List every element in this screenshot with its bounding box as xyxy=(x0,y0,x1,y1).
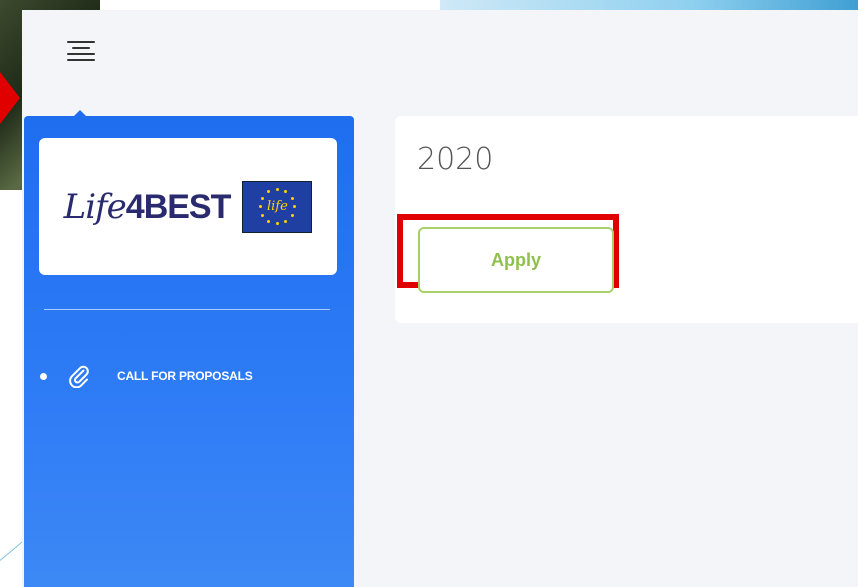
sidebar-notch xyxy=(74,110,86,116)
eu-star xyxy=(290,213,294,217)
eu-star xyxy=(292,205,296,208)
eu-stars xyxy=(243,182,311,232)
eu-star xyxy=(267,190,271,194)
eu-star xyxy=(284,190,288,194)
menu-line xyxy=(72,47,90,49)
apply-button[interactable]: Apply xyxy=(418,227,614,293)
sidebar: Life4BEST life CALL FOR PROPOSALS xyxy=(24,110,354,587)
eu-flag-icon: life xyxy=(242,180,313,233)
eu-star xyxy=(261,196,265,200)
sidebar-item-label: CALL FOR PROPOSALS xyxy=(117,369,253,383)
menu-toggle-button[interactable] xyxy=(66,36,96,66)
logo-text: Life4BEST xyxy=(63,186,232,227)
eu-star xyxy=(275,222,279,225)
eu-star xyxy=(290,196,294,200)
menu-line xyxy=(67,53,95,55)
eu-star xyxy=(284,219,288,223)
active-dot-icon xyxy=(40,372,47,380)
paperclip-icon xyxy=(69,365,89,388)
eu-star xyxy=(275,188,279,191)
sidebar-item-call-for-proposals[interactable]: CALL FOR PROPOSALS xyxy=(40,364,253,388)
sidebar-divider xyxy=(44,309,330,310)
logo: Life4BEST life xyxy=(63,180,313,233)
year-title: 2020 xyxy=(417,142,494,177)
logo-card[interactable]: Life4BEST life xyxy=(39,138,337,275)
logo-text-script: Life xyxy=(63,186,127,227)
red-arrow-icon xyxy=(0,72,20,124)
screenshot-stage: Life4BEST life CALL FOR PROPOSALS 2020 A… xyxy=(0,0,858,587)
eu-star xyxy=(267,219,271,223)
eu-star xyxy=(261,213,265,217)
logo-text-main: 4BEST xyxy=(125,187,232,226)
menu-line xyxy=(67,59,95,61)
menu-line xyxy=(67,41,95,43)
app-window: Life4BEST life CALL FOR PROPOSALS 2020 A… xyxy=(22,10,858,587)
content-card: 2020 Apply xyxy=(395,116,858,323)
eu-star xyxy=(258,205,262,208)
